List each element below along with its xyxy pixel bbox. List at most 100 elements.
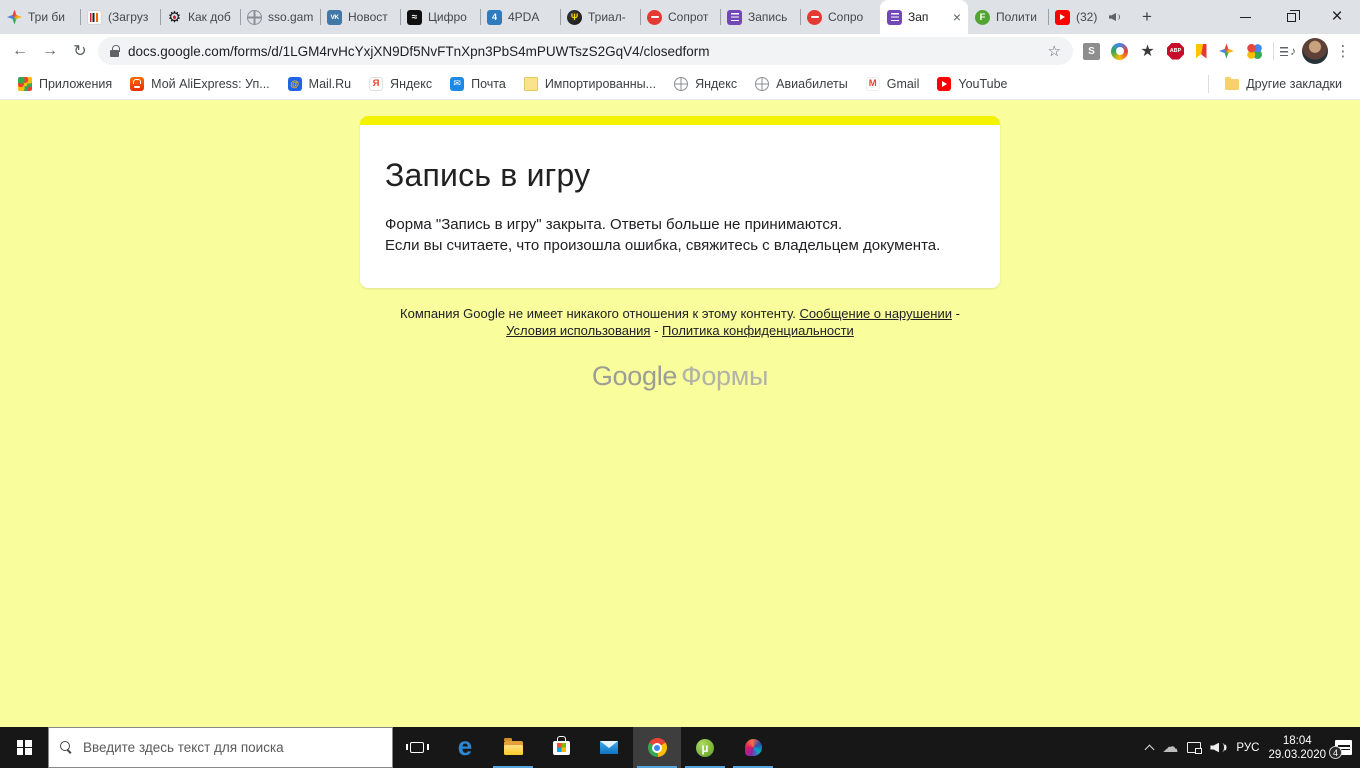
browser-tab[interactable]: Запись bbox=[720, 0, 800, 34]
edge-button[interactable]: e bbox=[441, 727, 489, 768]
action-center-button[interactable]: 4 bbox=[1329, 740, 1352, 759]
browser-window: Три би (Загруз Как доб sso.gam Новост Цифро 4P… bbox=[0, 0, 1360, 727]
volume-icon[interactable] bbox=[1210, 742, 1227, 754]
browser-tab[interactable]: 4PDA bbox=[480, 0, 560, 34]
chrome-button[interactable] bbox=[633, 727, 681, 768]
bookmark-item[interactable]: Приложения bbox=[10, 73, 120, 95]
address-bar[interactable]: docs.google.com/forms/d/1LGM4rvHcYxjXN9D… bbox=[98, 37, 1073, 65]
youtube-icon bbox=[1055, 9, 1070, 25]
minimize-button[interactable] bbox=[1222, 0, 1268, 34]
tab-title: Цифро bbox=[428, 10, 467, 24]
store-button[interactable] bbox=[537, 727, 585, 768]
browser-tab[interactable]: Сопрот bbox=[640, 0, 720, 34]
bookmarks-bar: Приложения Мой AliExpress: Уп... Mail.Ru Ян… bbox=[0, 68, 1360, 100]
tab-title: Полити bbox=[996, 10, 1037, 24]
browser-tab[interactable]: Триал- bbox=[560, 0, 640, 34]
taskbar-search-box[interactable]: Введите здесь текст для поиска bbox=[48, 727, 393, 768]
disclaimer-link[interactable]: Политика конфиденциальности bbox=[662, 323, 854, 338]
forward-button[interactable]: → bbox=[38, 39, 62, 63]
browser-tab[interactable]: (32) bbox=[1048, 0, 1128, 34]
bookmark-label: Gmail bbox=[886, 76, 920, 91]
disclaimer-link[interactable]: Сообщение о нарушении bbox=[799, 306, 952, 321]
tab-active[interactable]: Зап × bbox=[880, 0, 968, 34]
window-controls: × bbox=[1222, 0, 1360, 34]
bookmark-item[interactable]: Mail.Ru bbox=[280, 73, 359, 95]
mail-button[interactable] bbox=[585, 727, 633, 768]
file-explorer-button[interactable] bbox=[489, 727, 537, 768]
bookmark-item[interactable]: YouTube bbox=[929, 73, 1015, 95]
chrome-icon bbox=[647, 738, 667, 757]
tab-audio-icon[interactable] bbox=[1109, 12, 1121, 22]
folder-icon bbox=[1225, 76, 1240, 90]
tab-close-icon[interactable]: × bbox=[953, 10, 961, 24]
browser-tab[interactable]: (Загруз bbox=[80, 0, 160, 34]
task-view-button[interactable] bbox=[393, 727, 441, 768]
utorrent-button[interactable] bbox=[681, 727, 729, 768]
language-indicator[interactable]: РУС bbox=[1236, 742, 1259, 754]
tab-title: Запись bbox=[748, 10, 788, 24]
bookmark-item[interactable]: Импортированны... bbox=[516, 73, 664, 95]
browser-tab[interactable]: Полити bbox=[968, 0, 1048, 34]
close-window-button[interactable]: × bbox=[1314, 0, 1360, 34]
form-closed-page: Запись в игру Форма "Запись в игру" закр… bbox=[0, 100, 1360, 727]
fandom-icon bbox=[975, 9, 990, 25]
form-closed-message: Форма "Запись в игру" закрыта. Ответы бо… bbox=[385, 216, 843, 233]
mail-win-icon bbox=[600, 741, 618, 754]
paint-icon bbox=[744, 739, 762, 756]
onedrive-icon[interactable]: ☁ bbox=[1162, 739, 1178, 756]
network-icon[interactable] bbox=[1187, 742, 1203, 754]
tab-strip: Три би (Загруз Как доб sso.gam Новост Цифро 4P… bbox=[0, 0, 1360, 34]
shopping-extension-icon[interactable] bbox=[1111, 42, 1128, 60]
form-title: Запись в игру bbox=[385, 157, 591, 193]
browser-tab[interactable]: Три би bbox=[0, 0, 80, 34]
bookmark-star-icon[interactable]: ☆ bbox=[1048, 42, 1061, 60]
bookmark-item[interactable]: Почта bbox=[442, 73, 514, 95]
blocked-icon bbox=[807, 9, 822, 25]
paint-button[interactable] bbox=[729, 727, 777, 768]
globe-icon bbox=[674, 76, 689, 91]
clock[interactable]: 18:04 29.03.2020 bbox=[1268, 734, 1326, 762]
star-extension-icon[interactable] bbox=[1139, 43, 1156, 60]
browser-tab[interactable]: Как доб bbox=[160, 0, 240, 34]
browser-tab[interactable]: sso.gam bbox=[240, 0, 320, 34]
form-theme-bar bbox=[360, 116, 1000, 125]
bookmark-item[interactable]: Мой AliExpress: Уп... bbox=[122, 73, 278, 95]
mailru-icon bbox=[287, 76, 302, 91]
profile-avatar[interactable] bbox=[1302, 38, 1328, 64]
other-bookmarks-button[interactable]: Другие закладки bbox=[1217, 73, 1350, 95]
start-button[interactable] bbox=[0, 727, 48, 768]
google-disclaimer: Компания Google не имеет никакого отноше… bbox=[400, 306, 960, 338]
sparkle-extension-icon[interactable] bbox=[1218, 43, 1235, 60]
folder-win-icon bbox=[503, 738, 523, 755]
bookmark-item[interactable]: Gmail bbox=[858, 73, 928, 95]
restore-button[interactable] bbox=[1268, 0, 1314, 34]
browser-tab[interactable]: Новост bbox=[320, 0, 400, 34]
dots-extension-icon[interactable] bbox=[1246, 43, 1263, 60]
media-controls-button[interactable]: ♪ bbox=[1280, 44, 1296, 58]
new-tab-button[interactable]: + bbox=[1134, 4, 1160, 30]
browser-tab[interactable]: Сопро bbox=[800, 0, 880, 34]
bookmark-item[interactable]: Авиабилеты bbox=[747, 73, 856, 95]
doc-icon bbox=[523, 76, 538, 91]
apps-grid-icon bbox=[18, 76, 32, 91]
bookmark-label: YouTube bbox=[958, 76, 1008, 91]
disclaimer-link[interactable]: Условия использования bbox=[506, 323, 650, 338]
abp-extension-icon[interactable] bbox=[1167, 42, 1184, 60]
browser-tab[interactable]: Цифро bbox=[400, 0, 480, 34]
flag-extension-icon[interactable] bbox=[1195, 43, 1207, 60]
reload-button[interactable]: ↻ bbox=[68, 39, 92, 63]
bookmarks-divider bbox=[1208, 74, 1210, 93]
tray-expand-icon[interactable] bbox=[1144, 744, 1155, 754]
s-extension-icon[interactable] bbox=[1083, 42, 1100, 60]
secure-lock-icon bbox=[110, 44, 120, 57]
system-tray: ☁ РУС 18:04 29.03.2020 4 bbox=[1144, 727, 1360, 768]
bookmark-item[interactable]: Яндекс bbox=[666, 73, 745, 95]
bookmark-label: Mail.Ru bbox=[308, 76, 352, 91]
browser-menu-button[interactable]: ⋮ bbox=[1334, 42, 1352, 60]
url-text[interactable]: docs.google.com/forms/d/1LGM4rvHcYxjXN9D… bbox=[128, 44, 1039, 59]
tab-title: Сопрот bbox=[668, 10, 709, 24]
sparkle-icon bbox=[7, 9, 22, 25]
bookmark-item[interactable]: Яндекс bbox=[361, 73, 440, 95]
vk-icon bbox=[327, 9, 342, 25]
back-button[interactable]: ← bbox=[8, 39, 32, 63]
